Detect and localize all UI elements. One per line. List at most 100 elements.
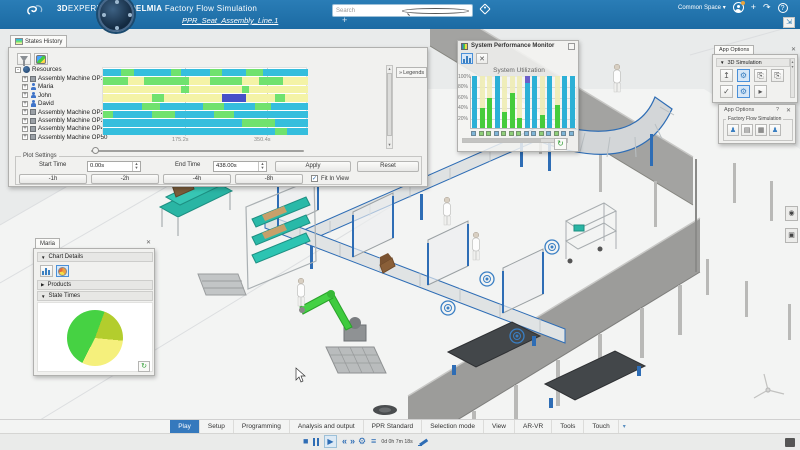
expand-icon[interactable]: + [22,75,28,82]
expand-icon[interactable]: + [22,109,28,116]
apply-button[interactable]: Apply [275,160,351,172]
expand-icon[interactable]: + [22,100,28,107]
quick-time-button[interactable]: -8h [235,174,303,184]
ribbon-tab-play[interactable]: Play [170,420,200,433]
help-icon[interactable]: ? [776,107,779,113]
bar-chart-mode-icon[interactable] [461,53,473,64]
new-tab-button[interactable]: + [342,15,347,25]
expand-icon[interactable]: + [22,125,28,132]
expand-icon[interactable]: + [22,83,28,90]
add-content-icon[interactable]: + [751,3,756,12]
refresh-icon[interactable]: ↻ [138,361,150,372]
spinner-icon[interactable]: ▲ ▼ [258,161,266,171]
chart-details-header[interactable]: ▼ Chart Details [37,252,153,262]
expand-icon[interactable]: + [22,117,28,124]
spinner-icon[interactable]: ▲ ▼ [132,161,140,171]
doc-export-icon[interactable]: ⎘ [754,69,767,82]
simulation-section-header[interactable]: ▼ 3D Simulation [716,58,790,67]
global-search-input[interactable]: Search [332,4,473,17]
quick-time-button[interactable]: -2h [91,174,159,184]
resource-tree-item[interactable]: + Assembly Machine OP10 [22,75,107,82]
doc-transfer-icon[interactable]: ⎘ [771,69,784,82]
filter-icon[interactable] [17,53,31,66]
ribbon-tab-ar-vr[interactable]: AR-VR [514,420,553,433]
bar-chart-icon[interactable]: ▦ [755,124,767,136]
ribbon-tab-touch[interactable]: Touch [584,420,619,433]
fast-forward-button[interactable]: » [350,435,355,448]
scene-tool-button-1[interactable]: ◉ [785,206,798,221]
resource-tree-root[interactable]: - Resources [15,66,62,73]
ribbon-tab-ppr-standard[interactable]: PPR Standard [363,420,423,433]
start-time-input[interactable]: 0.00s ▲ ▼ [87,160,141,172]
resource-tree-item[interactable]: + Assembly Machine OP40 [22,125,107,132]
state-times-pie-chart[interactable] [67,310,123,366]
expand-icon[interactable]: + [22,134,28,141]
pie-chart-icon[interactable] [56,265,69,277]
ribbon-tab-analysis-and-output[interactable]: Analysis and output [289,420,364,433]
ribbon-tab-view[interactable]: View [484,420,515,433]
gear-package-icon[interactable]: ⚙ [737,85,750,98]
user-profile-icon[interactable] [732,1,745,13]
simulation-gears-icon[interactable]: ⚙ [737,69,750,82]
doc-flag-icon[interactable]: ▸ [754,85,767,98]
refresh-icon[interactable]: ↻ [554,138,567,150]
ribbon-tab-setup[interactable]: Setup [199,420,234,433]
scene-tool-button-2[interactable]: ▣ [785,228,798,243]
app-options-tab[interactable]: App Options [714,45,755,54]
resource-tree-item[interactable]: + Maria [22,83,53,90]
resource-tree-item[interactable]: + Assembly Machine OP50 [22,134,107,141]
quick-time-button[interactable]: -4h [163,174,231,184]
document-tab[interactable]: PPR_Seat_Assembly_Line.1 [182,16,278,25]
stop-button[interactable]: ■ [303,435,308,448]
event-list-icon[interactable]: ≡ [371,435,376,448]
search-icon[interactable] [401,7,469,14]
time-range-slider[interactable] [91,150,304,152]
chart-options-icon[interactable] [34,53,48,65]
states-history-tab[interactable]: States History [10,35,68,47]
state-times-header[interactable]: ▼ State Times [37,291,153,301]
maria-tab[interactable]: Maria [35,238,61,248]
help-icon[interactable]: ? [777,2,788,13]
options-scrollbar[interactable]: ▴ ▾ [790,58,795,98]
3ds-logo-icon[interactable] [26,2,44,18]
resource-tree-item[interactable]: + John [22,91,51,99]
utilization-h-scrollbar[interactable] [462,138,568,143]
close-icon[interactable]: ✕ [786,107,791,114]
collab-space-selector[interactable]: Common Space ▾ [678,4,726,11]
fit-in-view-checkbox[interactable]: ✓ [311,175,318,182]
pause-button[interactable] [313,437,319,446]
export-icon[interactable]: ↥ [720,69,733,82]
playback-settings-gear-icon[interactable]: ⚙ [358,435,366,448]
products-header[interactable]: ▶ Products [37,280,153,290]
ribbon-more-chevron-icon[interactable]: ▾ [619,420,630,433]
worker-star-icon[interactable]: ♟ [769,124,781,136]
quick-time-button[interactable]: -1h [19,174,87,184]
resource-tree-item[interactable]: + Assembly Machine OP30 [22,117,107,124]
ribbon-tab-programming[interactable]: Programming [233,420,290,433]
ribbon-tab-tools[interactable]: Tools [552,420,585,433]
statistics-mode-icon[interactable]: ✕ [476,53,488,64]
expand-view-icon[interactable]: ⇲ [783,17,795,28]
reset-button[interactable]: Reset [357,160,419,172]
rewind-button[interactable]: « [342,435,347,448]
expand-icon[interactable]: + [22,92,28,99]
close-icon[interactable]: ✕ [791,46,796,53]
collapse-icon[interactable]: - [15,66,21,73]
annotate-pen-icon[interactable] [417,437,428,447]
slider-handle[interactable] [92,147,99,154]
worker-chart-icon[interactable]: ♟ [727,124,739,136]
close-icon[interactable]: ✕ [146,239,151,246]
document-icon[interactable]: ▤ [741,124,753,136]
ribbon-tab-selection-mode[interactable]: Selection mode [422,420,484,433]
gantt-vertical-scrollbar[interactable]: ▴ ▾ [386,65,393,149]
gantt-plot[interactable] [102,67,308,136]
share-icon[interactable]: ↷ [763,3,771,12]
resource-tree-item[interactable]: + David [22,100,54,107]
resource-tree-item[interactable]: + Assembly Machine OP20 [22,109,107,116]
bar-chart-icon[interactable] [40,265,53,277]
play-button[interactable]: ▶ [323,435,337,448]
doc-check-icon[interactable]: ✓ [720,85,733,98]
end-time-input[interactable]: 438.00s ▲ ▼ [213,160,267,172]
legends-expander[interactable]: » Legends [396,67,428,78]
scroll-up-icon[interactable]: ▴ [387,66,392,72]
